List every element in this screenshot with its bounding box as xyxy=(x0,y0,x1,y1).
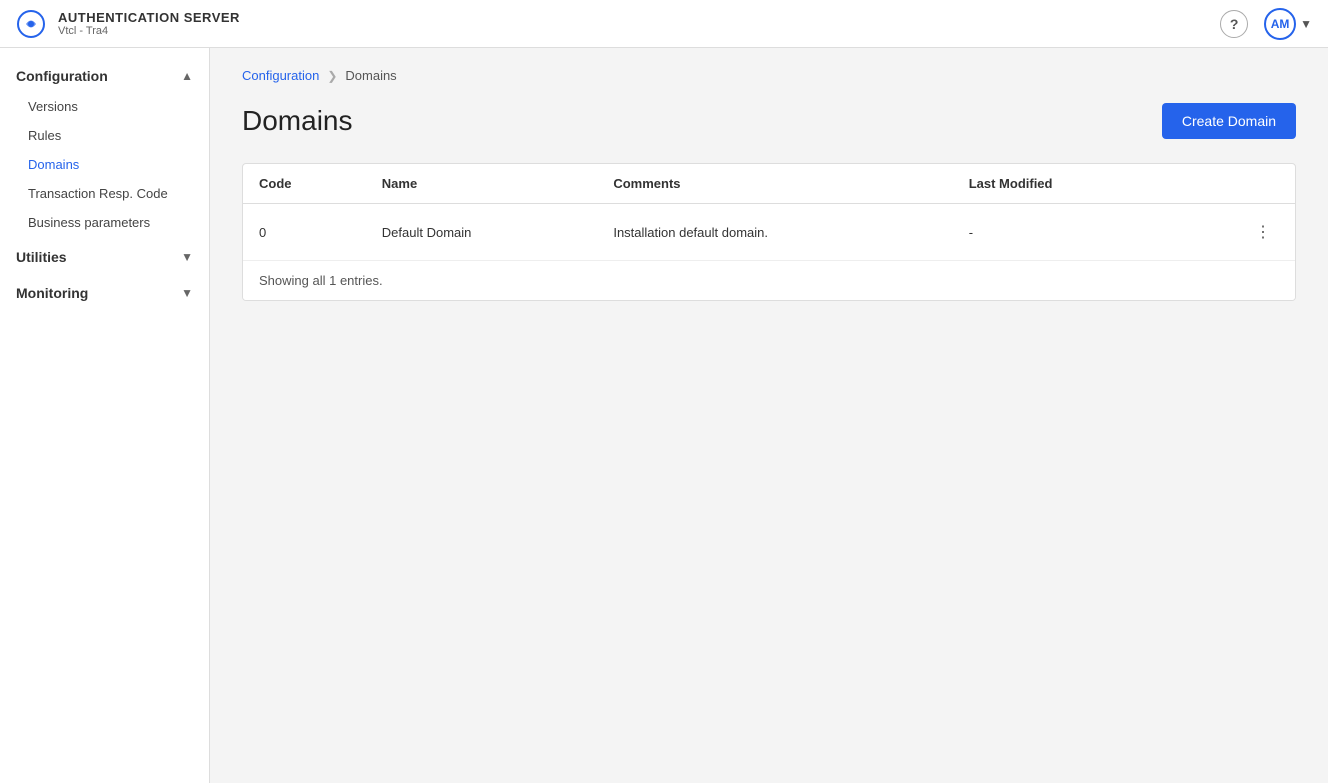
breadcrumb-separator-icon: ❯ xyxy=(327,69,337,83)
col-header-name: Name xyxy=(366,164,598,204)
sidebar-section-configuration-label: Configuration xyxy=(16,68,108,84)
sidebar-section-configuration-header[interactable]: Configuration ▲ xyxy=(0,60,209,92)
breadcrumb-configuration-link[interactable]: Configuration xyxy=(242,68,319,83)
sidebar-section-utilities: Utilities ▼ xyxy=(0,241,209,273)
sidebar-section-configuration: Configuration ▲ Versions Rules Domains T… xyxy=(0,60,209,237)
sidebar-item-domains[interactable]: Domains xyxy=(0,150,209,179)
layout: Configuration ▲ Versions Rules Domains T… xyxy=(0,48,1328,783)
user-menu-chevron-icon: ▼ xyxy=(1300,17,1312,31)
table-header-row: Code Name Comments Last Modified xyxy=(243,164,1295,204)
app-logo-icon xyxy=(16,9,46,39)
top-header: AUTHENTICATION SERVER Vtcl - Tra4 ? AM ▼ xyxy=(0,0,1328,48)
page-header: Domains Create Domain xyxy=(242,103,1296,139)
sidebar: Configuration ▲ Versions Rules Domains T… xyxy=(0,48,210,783)
col-header-code: Code xyxy=(243,164,366,204)
cell-code: 0 xyxy=(243,204,366,261)
sidebar-section-monitoring: Monitoring ▼ xyxy=(0,277,209,309)
sidebar-item-versions[interactable]: Versions xyxy=(0,92,209,121)
user-menu[interactable]: AM ▼ xyxy=(1264,8,1312,40)
sidebar-item-rules[interactable]: Rules xyxy=(0,121,209,150)
sidebar-section-utilities-label: Utilities xyxy=(16,249,67,265)
cell-comments: Installation default domain. xyxy=(597,204,952,261)
configuration-chevron-icon: ▲ xyxy=(181,69,193,83)
table-body: 0 Default Domain Installation default do… xyxy=(243,204,1295,261)
header-left: AUTHENTICATION SERVER Vtcl - Tra4 xyxy=(16,9,240,39)
table-footer: Showing all 1 entries. xyxy=(243,260,1295,300)
breadcrumb: Configuration ❯ Domains xyxy=(242,68,1296,83)
app-title-sub: Vtcl - Tra4 xyxy=(58,25,240,37)
col-header-last-modified: Last Modified xyxy=(953,164,1173,204)
header-right: ? AM ▼ xyxy=(1220,8,1312,40)
cell-last-modified: - xyxy=(953,204,1173,261)
table-header: Code Name Comments Last Modified xyxy=(243,164,1295,204)
row-actions-button[interactable]: ⋮ xyxy=(1247,218,1279,246)
sidebar-section-utilities-header[interactable]: Utilities ▼ xyxy=(0,241,209,273)
breadcrumb-current: Domains xyxy=(345,68,396,83)
main-content: Configuration ❯ Domains Domains Create D… xyxy=(210,48,1328,783)
col-header-actions xyxy=(1173,164,1295,204)
domains-table: Code Name Comments Last Modified 0 Defau… xyxy=(243,164,1295,260)
utilities-chevron-icon: ▼ xyxy=(181,250,193,264)
domains-table-container: Code Name Comments Last Modified 0 Defau… xyxy=(242,163,1296,301)
create-domain-button[interactable]: Create Domain xyxy=(1162,103,1296,139)
cell-name: Default Domain xyxy=(366,204,598,261)
sidebar-section-monitoring-header[interactable]: Monitoring ▼ xyxy=(0,277,209,309)
sidebar-item-transaction-resp-code[interactable]: Transaction Resp. Code xyxy=(0,179,209,208)
app-title-main: AUTHENTICATION SERVER xyxy=(58,10,240,25)
app-title: AUTHENTICATION SERVER Vtcl - Tra4 xyxy=(58,10,240,37)
user-avatar: AM xyxy=(1264,8,1296,40)
help-button[interactable]: ? xyxy=(1220,10,1248,38)
sidebar-item-business-parameters[interactable]: Business parameters xyxy=(0,208,209,237)
page-title: Domains xyxy=(242,105,352,137)
monitoring-chevron-icon: ▼ xyxy=(181,286,193,300)
cell-actions: ⋮ xyxy=(1173,204,1295,261)
table-row: 0 Default Domain Installation default do… xyxy=(243,204,1295,261)
col-header-comments: Comments xyxy=(597,164,952,204)
sidebar-section-monitoring-label: Monitoring xyxy=(16,285,88,301)
